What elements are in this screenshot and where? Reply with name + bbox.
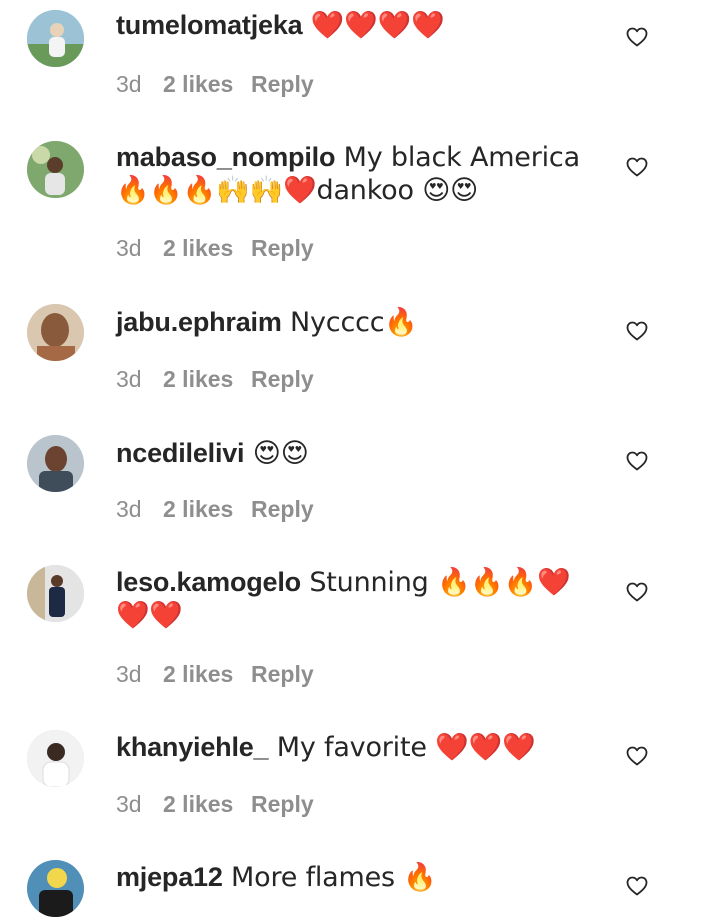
comment-likes[interactable]: 2 likes — [163, 496, 251, 523]
avatar[interactable] — [27, 730, 84, 787]
comment-meta: 3d 2 likes Reply — [116, 661, 314, 688]
comment-username[interactable]: mjepa12 — [116, 862, 223, 892]
comment-text: mabaso_nompilo My black America 🔥🔥🔥🙌🙌❤️d… — [116, 141, 596, 207]
comment-time: 3d — [116, 791, 142, 817]
comment-text: jabu.ephraim Nycccc🔥 — [116, 306, 596, 339]
comment-likes[interactable]: 2 likes — [163, 235, 251, 262]
comment-username[interactable]: ncedilelivi — [116, 438, 245, 468]
reply-button[interactable]: Reply — [251, 71, 314, 98]
comment-likes[interactable]: 2 likes — [163, 366, 251, 393]
comment-meta: 3d 2 likes Reply — [116, 791, 314, 818]
avatar[interactable] — [27, 10, 84, 67]
comment-body: 😍😍 — [244, 438, 309, 469]
comment-body: My favorite ❤️❤️❤️ — [268, 732, 536, 763]
comment-text: tumelomatjeka ❤️❤️❤️❤️ — [116, 9, 596, 42]
avatar[interactable] — [27, 141, 84, 198]
reply-button[interactable]: Reply — [251, 366, 314, 393]
avatar-photo-icon — [27, 141, 84, 198]
reply-button[interactable]: Reply — [251, 496, 314, 523]
reply-button[interactable]: Reply — [251, 791, 314, 818]
comment-username[interactable]: leso.kamogelo — [116, 567, 301, 597]
like-heart-icon[interactable] — [625, 874, 649, 898]
avatar[interactable] — [27, 565, 84, 622]
like-heart-icon[interactable] — [625, 319, 649, 343]
reply-button[interactable]: Reply — [251, 235, 314, 262]
comment-meta: 3d 2 likes Reply — [116, 235, 314, 262]
comment-body: ❤️❤️❤️❤️ — [302, 10, 445, 41]
comment-username[interactable]: khanyiehle_ — [116, 732, 269, 762]
comment-time: 3d — [116, 661, 142, 687]
comment-likes[interactable]: 2 likes — [163, 661, 251, 688]
comment-time: 3d — [116, 496, 142, 522]
avatar-photo-icon — [27, 435, 84, 492]
like-heart-icon[interactable] — [625, 449, 649, 473]
avatar[interactable] — [27, 860, 84, 917]
comment-meta: 3d 2 likes Reply — [116, 366, 314, 393]
avatar-photo-icon — [27, 860, 84, 917]
comment-likes[interactable]: 2 likes — [163, 791, 251, 818]
avatar-photo-icon — [27, 565, 84, 622]
comment-text: leso.kamogelo Stunning 🔥🔥🔥❤️❤️❤️ — [116, 566, 596, 632]
comment-time: 3d — [116, 71, 142, 97]
comment-body: Nycccc🔥 — [281, 307, 418, 338]
comment-meta: 3d 2 likes Reply — [116, 496, 314, 523]
comment-text: mjepa12 More flames 🔥 — [116, 861, 596, 894]
comment-username[interactable]: mabaso_nompilo — [116, 142, 335, 172]
avatar[interactable] — [27, 435, 84, 492]
avatar[interactable] — [27, 304, 84, 361]
comment-username[interactable]: tumelomatjeka — [116, 10, 303, 40]
reply-button[interactable]: Reply — [251, 661, 314, 688]
like-heart-icon[interactable] — [625, 744, 649, 768]
comment-time: 3d — [116, 235, 142, 261]
avatar-photo-icon — [27, 730, 84, 787]
comment-text: khanyiehle_ My favorite ❤️❤️❤️ — [116, 731, 596, 764]
avatar-photo-icon — [27, 304, 84, 361]
comment-likes[interactable]: 2 likes — [163, 71, 251, 98]
avatar-photo-icon — [27, 10, 84, 67]
like-heart-icon[interactable] — [625, 580, 649, 604]
comment-text: ncedilelivi 😍😍 — [116, 437, 596, 470]
comment-body: More flames 🔥 — [222, 862, 437, 893]
comment-time: 3d — [116, 366, 142, 392]
comment-username[interactable]: jabu.ephraim — [116, 307, 282, 337]
like-heart-icon[interactable] — [625, 25, 649, 49]
like-heart-icon[interactable] — [625, 155, 649, 179]
comment-meta: 3d 2 likes Reply — [116, 71, 314, 98]
